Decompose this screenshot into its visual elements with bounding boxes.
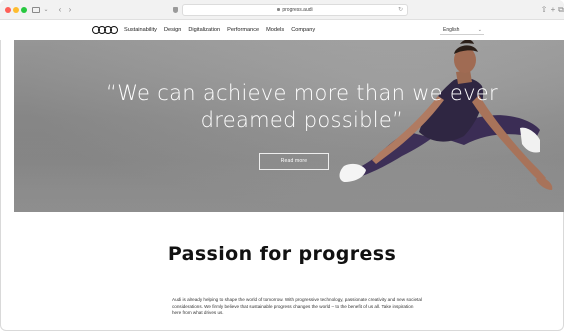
language-value: English [443, 27, 460, 33]
forward-icon[interactable]: › [66, 5, 74, 15]
reload-icon[interactable]: ↻ [398, 5, 403, 15]
browser-toolbar: ⌄ ‹ › progress.audi ↻ ⇧ + ⧉ [0, 0, 564, 20]
nav-item-models[interactable]: Models [266, 20, 284, 40]
close-window-button[interactable] [5, 7, 11, 13]
maximize-window-button[interactable] [21, 7, 27, 13]
sidebar-toggle-icon[interactable] [31, 5, 41, 15]
hero-quote: “We can achieve more than we ever dreame… [106, 81, 498, 132]
main-nav: Sustainability Design Digitalization Per… [124, 20, 322, 40]
nav-item-design[interactable]: Design [164, 20, 181, 40]
minimize-window-button[interactable] [13, 7, 19, 13]
hero-banner: “We can achieve more than we ever dreame… [14, 40, 564, 212]
url-display[interactable]: progress.audi [183, 5, 407, 15]
nav-item-sustainability[interactable]: Sustainability [124, 20, 157, 40]
browser-window: ⌄ ‹ › progress.audi ↻ ⇧ + ⧉ Sustainabili… [0, 0, 564, 331]
share-icon[interactable]: ⇧ [540, 5, 548, 15]
audi-logo-icon[interactable] [92, 26, 118, 34]
chevron-down-icon[interactable]: ⌄ [43, 5, 49, 15]
chevron-down-icon: ⌄ [477, 27, 482, 33]
nav-item-company[interactable]: Company [291, 20, 315, 40]
intro-paragraph: Audi is already helping to shape the wor… [172, 297, 422, 315]
section-title: Passion for progress [167, 243, 397, 265]
read-more-button[interactable]: Read more [259, 153, 329, 170]
new-tab-icon[interactable]: + [550, 5, 556, 15]
nav-item-performance[interactable]: Performance [227, 20, 259, 40]
nav-item-digitalization[interactable]: Digitalization [188, 20, 220, 40]
address-bar[interactable]: progress.audi ↻ [182, 4, 408, 16]
language-select[interactable]: English ⌄ [440, 26, 484, 35]
shield-icon[interactable] [171, 5, 179, 15]
tab-overview-icon[interactable]: ⧉ [558, 5, 564, 15]
site-header: Sustainability Design Digitalization Per… [0, 20, 564, 40]
back-icon[interactable]: ‹ [56, 5, 64, 15]
lock-icon [277, 8, 281, 12]
url-text: progress.audi [282, 7, 313, 13]
